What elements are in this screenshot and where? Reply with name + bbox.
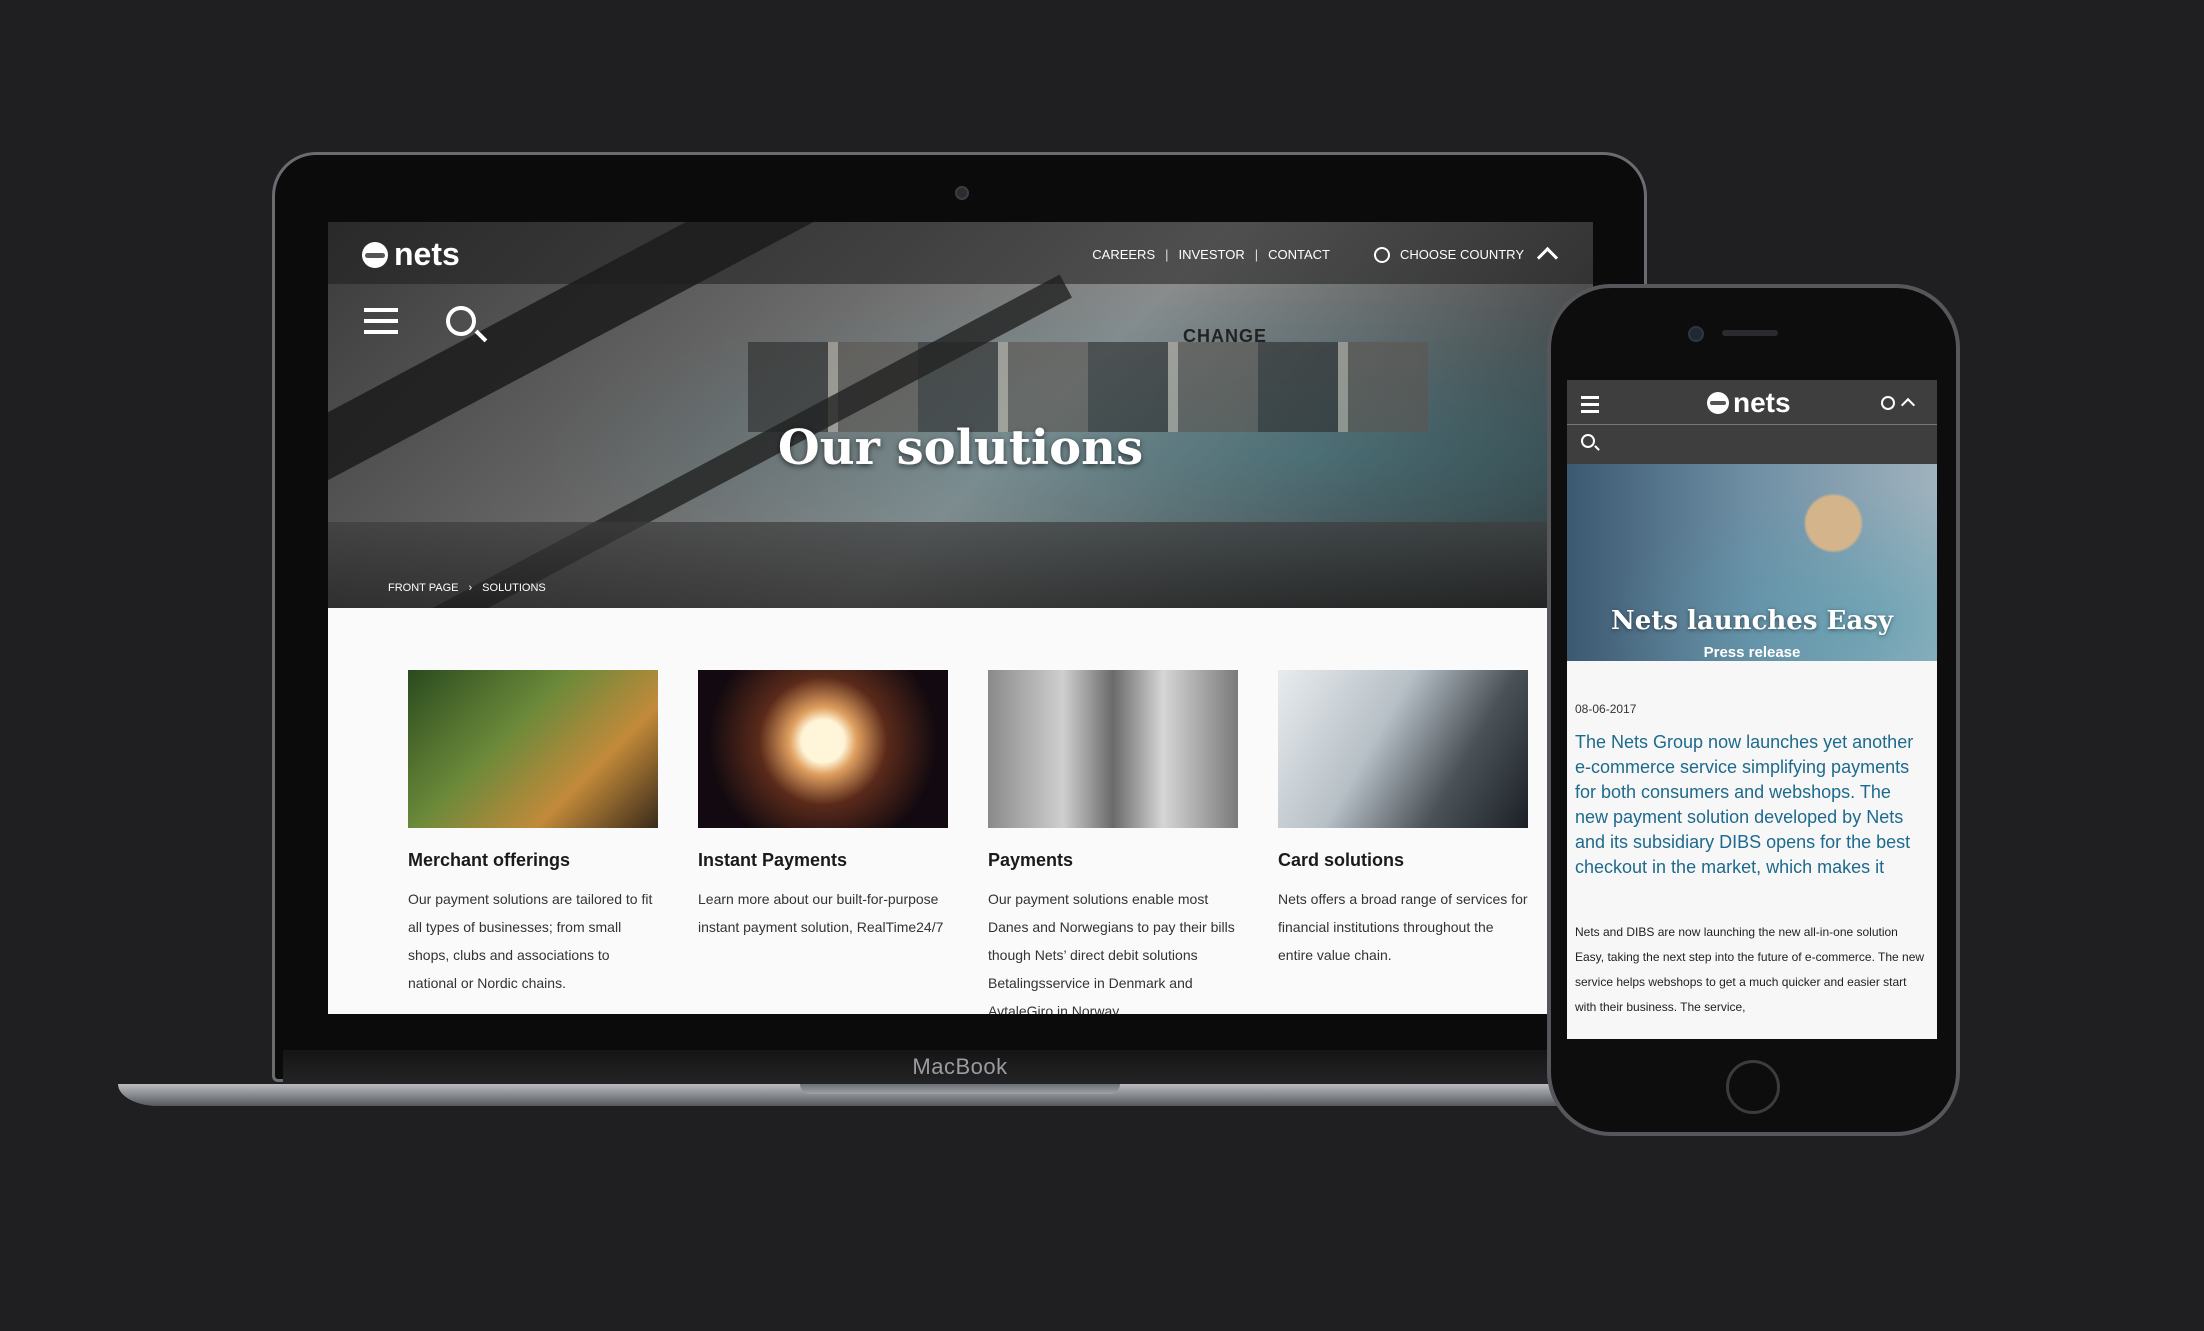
mobile-hero-subtitle: Press release	[1703, 644, 1801, 661]
card-instant-payments[interactable]: Instant Payments Learn more about our bu…	[698, 670, 948, 1014]
card-text: Our payment solutions enable most Danes …	[988, 891, 1235, 1014]
mobile-nets-logo[interactable]: nets	[1707, 387, 1791, 419]
chevron-right-icon: ›	[468, 582, 473, 594]
mobile-hero-title: Nets launches Easy	[1611, 606, 1893, 636]
phone-home-button[interactable]	[1726, 1060, 1780, 1114]
card-text: Learn more about our built-for-purpose i…	[698, 891, 944, 935]
card-image[interactable]	[698, 670, 948, 828]
chevron-up-icon[interactable]	[1900, 397, 1916, 413]
card-card-solutions[interactable]: Card solutions Nets offers a broad range…	[1278, 670, 1528, 1014]
nets-logo-icon	[362, 241, 388, 268]
card-image[interactable]	[408, 670, 658, 828]
card-text: Our payment solutions are tailored to fi…	[408, 891, 653, 991]
solution-cards: Merchant offerings Our payment solutions…	[408, 670, 1538, 1014]
nav-contact[interactable]: CONTACT	[1268, 247, 1330, 262]
header-divider	[1567, 424, 1937, 425]
logo-text: nets	[394, 236, 460, 272]
breadcrumb-current: SOLUTIONS	[482, 582, 546, 594]
mobile-header: nets	[1567, 380, 1937, 464]
card-image[interactable]	[988, 670, 1238, 828]
phone-camera	[1688, 326, 1704, 342]
breadcrumb-home[interactable]: FRONT PAGE	[388, 582, 459, 594]
search-icon[interactable]	[446, 306, 476, 336]
card-title[interactable]: Card solutions	[1278, 850, 1528, 871]
card-title[interactable]: Instant Payments	[698, 850, 948, 871]
card-text: Nets offers a broad range of services fo…	[1278, 891, 1528, 963]
top-nav: CAREERS | INVESTOR | CONTACT CHOOSE COUN…	[1092, 244, 1559, 269]
laptop-brand-label: MacBook	[912, 1054, 1008, 1079]
mobile-hero: Nets launches Easy Press release	[1567, 464, 1937, 661]
menu-icon[interactable]	[1581, 396, 1599, 417]
article-date: 08-06-2017	[1575, 702, 1637, 716]
globe-icon[interactable]	[1374, 246, 1390, 263]
breadcrumb: FRONT PAGE › SOLUTIONS	[388, 582, 546, 594]
article-body: Nets and DIBS are now launching the new …	[1575, 925, 1925, 1014]
search-icon[interactable]	[1581, 434, 1595, 448]
chevron-up-icon[interactable]	[1536, 246, 1559, 269]
card-title[interactable]: Merchant offerings	[408, 850, 658, 871]
nav-careers[interactable]: CAREERS	[1092, 247, 1155, 262]
hero-store-sign: CHANGE	[1183, 326, 1268, 346]
nav-separator: |	[1254, 247, 1259, 262]
globe-icon[interactable]	[1881, 396, 1895, 410]
phone-speaker	[1722, 330, 1778, 336]
card-image[interactable]	[1278, 670, 1528, 828]
page-title: Our solutions	[777, 420, 1144, 476]
article-lead: The Nets Group now launches yet another …	[1575, 732, 1914, 877]
nets-logo-icon	[1707, 392, 1729, 414]
menu-icon[interactable]	[364, 308, 398, 341]
logo-text: nets	[1733, 387, 1791, 418]
hero-banner: CHANGE nets CAREERS | INVESTOR | CONTACT…	[328, 222, 1593, 608]
laptop-notch	[800, 1084, 1120, 1094]
laptop-camera	[955, 186, 969, 200]
choose-country-button[interactable]: CHOOSE COUNTRY	[1400, 247, 1524, 262]
desktop-website: CHANGE nets CAREERS | INVESTOR | CONTACT…	[328, 222, 1593, 1014]
nets-logo[interactable]: nets	[362, 236, 460, 273]
card-title[interactable]: Payments	[988, 850, 1238, 871]
nav-investor[interactable]: INVESTOR	[1179, 247, 1245, 262]
card-payments[interactable]: Payments Our payment solutions enable mo…	[988, 670, 1238, 1014]
nav-separator: |	[1165, 247, 1169, 262]
mobile-website: Nets launches Easy Press release nets 08…	[1567, 380, 1937, 1039]
card-merchant-offerings[interactable]: Merchant offerings Our payment solutions…	[408, 670, 658, 1014]
